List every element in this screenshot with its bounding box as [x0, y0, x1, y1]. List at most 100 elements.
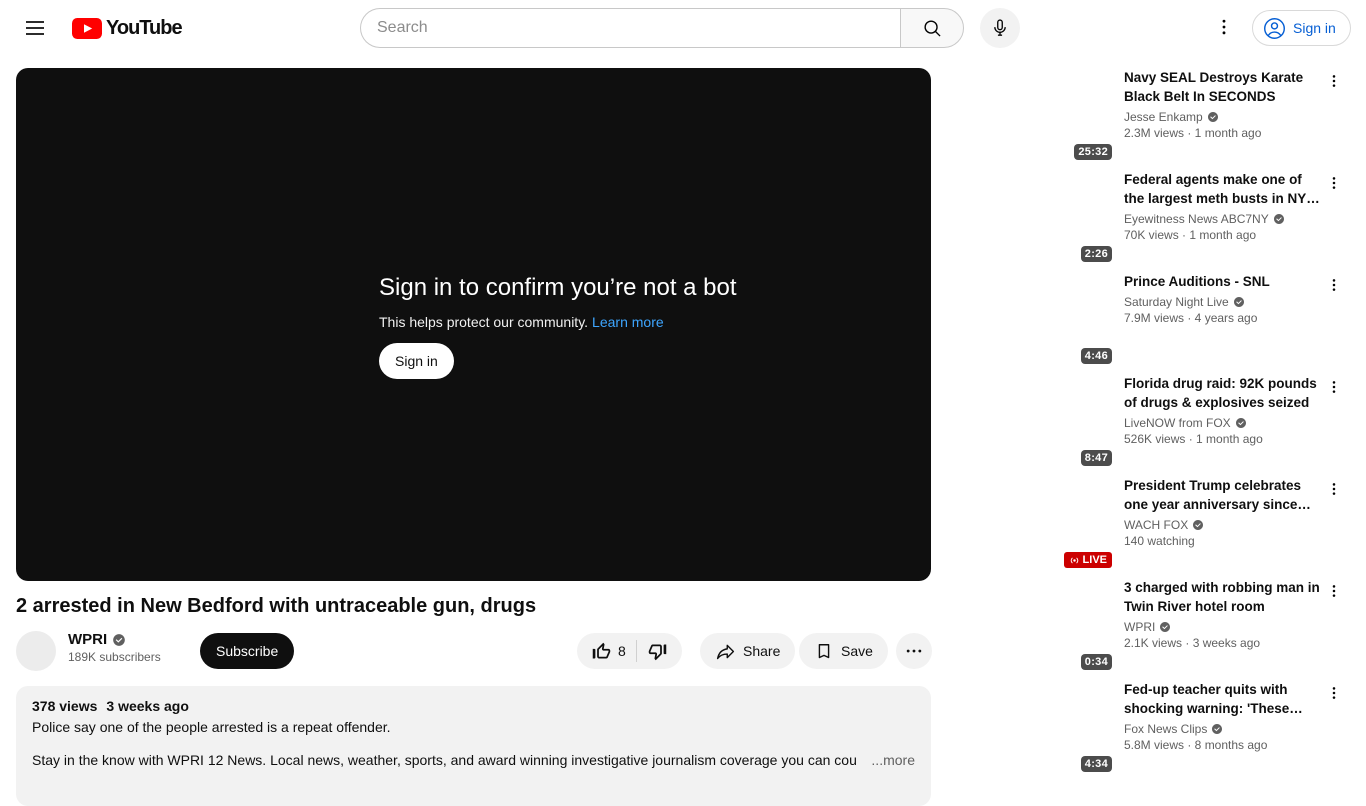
- related-video-title[interactable]: Prince Auditions - SNL: [1124, 272, 1324, 291]
- search-icon: [924, 20, 941, 37]
- related-channel-name[interactable]: Fox News Clips: [1124, 722, 1207, 736]
- related-channel-name[interactable]: WPRI: [1124, 620, 1155, 634]
- related-video-title[interactable]: President Trump celebrates one year anni…: [1124, 476, 1324, 514]
- video-kebab-button[interactable]: [1324, 376, 1344, 400]
- related-video-meta: 2.3M views · 1 month ago: [1124, 126, 1262, 140]
- hamburger-menu-button[interactable]: [22, 16, 48, 40]
- channel-info[interactable]: WPRI 189K subscribers: [68, 631, 161, 664]
- search-button[interactable]: [900, 8, 964, 48]
- more-actions-button[interactable]: [896, 633, 932, 669]
- related-video-item[interactable]: LIVE President Trump celebrates one year…: [1063, 476, 1344, 570]
- youtube-logo[interactable]: YouTube: [72, 17, 183, 40]
- share-icon: [716, 644, 735, 659]
- kebab-icon: [1332, 482, 1336, 495]
- bookmark-icon: [818, 644, 830, 659]
- related-video-title[interactable]: Federal agents make one of the largest m…: [1124, 170, 1324, 208]
- video-thumbnail[interactable]: 4:34: [1064, 680, 1112, 774]
- duration-badge: 4:34: [1080, 756, 1112, 772]
- channel-avatar[interactable]: [16, 631, 56, 671]
- video-kebab-button[interactable]: [1324, 580, 1344, 604]
- voice-search-button[interactable]: [980, 8, 1020, 48]
- related-video-meta: 5.8M views · 8 months ago: [1124, 738, 1268, 752]
- related-video-meta: 2.1K views · 3 weeks ago: [1124, 636, 1261, 650]
- video-thumbnail[interactable]: 8:47: [1064, 374, 1112, 468]
- subscribe-button[interactable]: Subscribe: [200, 633, 295, 669]
- related-channel-name[interactable]: Saturday Night Live: [1124, 295, 1229, 309]
- video-thumbnail[interactable]: 0:34: [1064, 578, 1112, 672]
- video-kebab-button[interactable]: [1324, 274, 1344, 298]
- person-icon: [1264, 17, 1285, 39]
- dislike-button[interactable]: [637, 633, 682, 669]
- duration-badge: 2:26: [1080, 246, 1112, 262]
- related-video-item[interactable]: 4:34 Fed-up teacher quits with shocking …: [1064, 680, 1342, 774]
- bot-check-subtext: This helps protect our community.: [379, 314, 589, 330]
- duration-badge: 8:47: [1080, 450, 1112, 466]
- verified-badge-icon: [1235, 418, 1246, 428]
- kebab-icon: [1222, 19, 1226, 35]
- video-title: 2 arrested in New Bedford with untraceab…: [16, 595, 537, 617]
- share-button[interactable]: Share: [700, 633, 796, 669]
- related-video-item[interactable]: 25:32 Navy SEAL Destroys Karate Black Be…: [1064, 68, 1342, 162]
- hamburger-icon: [26, 21, 44, 35]
- related-video-title[interactable]: 3 charged with robbing man in Twin River…: [1124, 578, 1324, 616]
- top-app-bar: YouTube Sign in: [0, 0, 1366, 56]
- related-channel-name[interactable]: Jesse Enkamp: [1124, 110, 1203, 124]
- video-kebab-button[interactable]: [1324, 682, 1344, 706]
- description-box[interactable]: 378 views 3 weeks ago Police say one of …: [16, 686, 931, 806]
- learn-more-link[interactable]: Learn more: [592, 314, 664, 330]
- related-channel-name[interactable]: WACH FOX: [1124, 518, 1188, 532]
- related-video-title[interactable]: Florida drug raid: 92K pounds of drugs &…: [1124, 374, 1324, 412]
- video-player[interactable]: Sign in to confirm you’re not a bot This…: [16, 68, 931, 581]
- video-thumbnail[interactable]: 4:46: [1064, 272, 1112, 366]
- related-channel-name[interactable]: LiveNOW from FOX: [1124, 416, 1231, 430]
- bot-check-headline: Sign in to confirm you’re not a bot: [379, 274, 737, 301]
- kebab-icon: [1332, 686, 1336, 699]
- settings-kebab-button[interactable]: [1212, 16, 1236, 40]
- like-button[interactable]: 8: [577, 633, 636, 669]
- related-channel-name[interactable]: Eyewitness News ABC7NY: [1124, 212, 1269, 226]
- description-long-text: Stay in the know with WPRI 12 News. Loca…: [32, 752, 858, 768]
- search-input[interactable]: [360, 8, 900, 48]
- related-video-item[interactable]: 0:34 3 charged with robbing man in Twin …: [1064, 578, 1342, 672]
- verified-badge-icon: [1207, 112, 1218, 122]
- more-horizontal-icon: [906, 649, 922, 653]
- channel-name[interactable]: WPRI: [68, 631, 107, 648]
- like-count: 8: [618, 643, 626, 659]
- description-more-button[interactable]: ...more: [871, 752, 915, 768]
- video-thumbnail[interactable]: 25:32: [1064, 68, 1112, 162]
- related-video-title[interactable]: Navy SEAL Destroys Karate Black Belt In …: [1124, 68, 1324, 106]
- upload-date: 3 weeks ago: [106, 698, 189, 714]
- kebab-icon: [1332, 74, 1336, 87]
- duration-badge: 25:32: [1074, 144, 1112, 160]
- kebab-icon: [1332, 176, 1336, 189]
- subscriber-count: 189K subscribers: [68, 650, 161, 664]
- related-video-title[interactable]: Fed-up teacher quits with shocking warni…: [1124, 680, 1324, 718]
- related-video-item[interactable]: 2:26 Federal agents make one of the larg…: [1064, 170, 1342, 264]
- related-video-item[interactable]: 8:47 Florida drug raid: 92K pounds of dr…: [1064, 374, 1342, 468]
- sign-in-label: Sign in: [1293, 20, 1336, 36]
- sign-in-button[interactable]: Sign in: [1252, 10, 1351, 46]
- video-kebab-button[interactable]: [1324, 478, 1344, 502]
- save-button[interactable]: Save: [799, 633, 888, 669]
- video-kebab-button[interactable]: [1324, 70, 1344, 94]
- youtube-wordmark: YouTube: [106, 17, 183, 39]
- duration-badge: 0:34: [1080, 654, 1112, 670]
- related-video-meta: 526K views · 1 month ago: [1124, 432, 1263, 446]
- related-video-item[interactable]: 4:46 Prince Auditions - SNL Saturday Nig…: [1064, 272, 1342, 366]
- verified-badge-icon: [1212, 724, 1223, 734]
- verified-badge-icon: [1160, 622, 1171, 632]
- video-thumbnail[interactable]: LIVE: [1063, 476, 1112, 570]
- verified-badge-icon: [113, 633, 126, 646]
- thumb-up-icon: [592, 642, 611, 658]
- share-label: Share: [743, 643, 781, 659]
- verified-badge-icon: [1193, 520, 1204, 530]
- related-video-meta: 140 watching: [1124, 534, 1195, 548]
- description-summary: Police say one of the people arrested is…: [32, 719, 391, 735]
- video-kebab-button[interactable]: [1324, 172, 1344, 196]
- thumb-down-icon: [648, 644, 667, 660]
- video-thumbnail[interactable]: 2:26: [1064, 170, 1112, 264]
- microphone-icon: [994, 19, 1006, 36]
- kebab-icon: [1332, 380, 1336, 393]
- player-sign-in-button[interactable]: Sign in: [379, 343, 454, 379]
- duration-badge: 4:46: [1080, 348, 1112, 364]
